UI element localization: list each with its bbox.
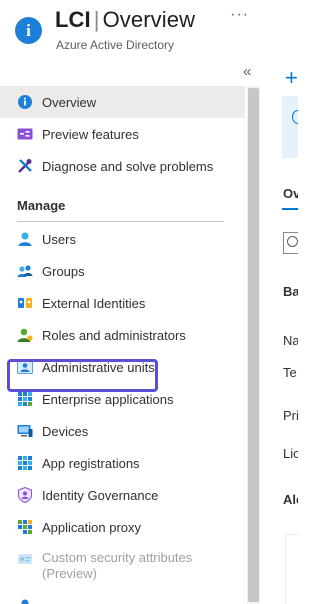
menu-item-label: Enterprise applications (42, 391, 174, 407)
section-manage-heading: Manage (17, 198, 66, 213)
menu-item-label: Application proxy (42, 519, 141, 535)
info-row-label: Te (283, 365, 297, 380)
menu-item-label-line2: (Preview) (42, 566, 97, 581)
menu-item-identity-governance[interactable]: Identity Governance (0, 479, 245, 511)
menu-item-label: Administrative units (42, 359, 155, 375)
menu-item-administrative-units[interactable]: Administrative units (0, 351, 245, 383)
menu-item-label: Preview features (42, 126, 139, 142)
preview-features-icon (17, 126, 33, 142)
roles-icon (17, 327, 33, 343)
menu-item-label: App registrations (42, 455, 140, 471)
wrench-icon (17, 158, 33, 174)
menu-item-overview[interactable]: Overview (0, 86, 245, 118)
page-title-section: Overview (102, 7, 196, 32)
user-icon (17, 231, 33, 247)
info-row-label: Na (283, 333, 298, 348)
menu-item-label: Devices (42, 423, 89, 439)
menu-item-preview-features[interactable]: Preview features (0, 118, 245, 150)
page-title: LCI | Overview (55, 7, 195, 33)
menu-item-partial[interactable] (0, 592, 245, 604)
page-title-name: LCI (55, 7, 91, 32)
enterprise-apps-icon (17, 391, 33, 407)
menu-item-label: Groups (42, 263, 85, 279)
app-registrations-icon (17, 455, 33, 471)
menu-item-label: Users (42, 231, 76, 247)
alert-card (285, 534, 298, 604)
menu-item-label: Overview (42, 94, 97, 110)
devices-icon (17, 423, 33, 439)
menu-scrollbar-thumb[interactable] (248, 88, 259, 602)
menu-item-label: External Identities (42, 295, 146, 311)
page-subtitle: Azure Active Directory (56, 38, 175, 52)
menu-item-label: Diagnose and solve problems (42, 158, 214, 174)
resource-menu: Overview Preview features Diagnose and s… (0, 86, 245, 604)
blade-header: i LCI | Overview Azure Active Directory ··… (0, 0, 298, 62)
tab-overview[interactable]: Ov (283, 186, 298, 201)
administrative-units-icon (17, 359, 33, 375)
add-icon[interactable]: + (285, 65, 298, 91)
menu-item-enterprise-applications[interactable]: Enterprise applications (0, 383, 245, 415)
info-row-label: Pri (283, 408, 298, 423)
custom-security-attributes-icon (17, 551, 33, 567)
collapse-menu-button[interactable]: « (243, 63, 251, 80)
menu-item-application-proxy[interactable]: Application proxy (0, 511, 245, 543)
menu-item-devices[interactable]: Devices (0, 415, 245, 447)
menu-item-external-identities[interactable]: External Identities (0, 287, 245, 319)
application-proxy-icon (17, 519, 33, 535)
menu-item-diagnose[interactable]: Diagnose and solve problems (0, 150, 245, 182)
menu-item-groups[interactable]: Groups (0, 255, 245, 287)
search-icon (287, 236, 298, 247)
user-icon (17, 598, 33, 604)
menu-item-app-registrations[interactable]: App registrations (0, 447, 245, 479)
menu-item-users[interactable]: Users (0, 223, 245, 255)
menu-item-label: Identity Governance (42, 487, 159, 503)
menu-item-label-line1: Custom security attributes (42, 550, 193, 565)
page-title-separator: | (93, 7, 100, 32)
info-icon: i (15, 17, 42, 44)
more-options-button[interactable]: ··· (230, 6, 249, 24)
menu-item-label: Custom security attributes (Preview) (42, 550, 192, 582)
section-divider (17, 221, 224, 222)
groups-icon (17, 263, 33, 279)
overview-content-pane: + Ov Ba Na Te Pri Lic Ale (261, 62, 298, 604)
info-icon (292, 110, 298, 124)
menu-item-roles-admins[interactable]: Roles and administrators (0, 319, 245, 351)
menu-item-custom-security-attributes[interactable]: Custom security attributes (Preview) (0, 543, 245, 587)
menu-scrollbar[interactable] (247, 86, 260, 604)
info-banner (282, 96, 298, 158)
alerts-heading: Ale (283, 492, 298, 507)
menu-item-label: Roles and administrators (42, 327, 186, 343)
info-icon (17, 94, 33, 110)
tab-underline (282, 208, 298, 210)
info-row-label: Lic (283, 446, 298, 461)
external-identities-icon (17, 295, 33, 311)
basic-info-heading: Ba (283, 284, 298, 299)
identity-governance-icon (17, 486, 33, 504)
